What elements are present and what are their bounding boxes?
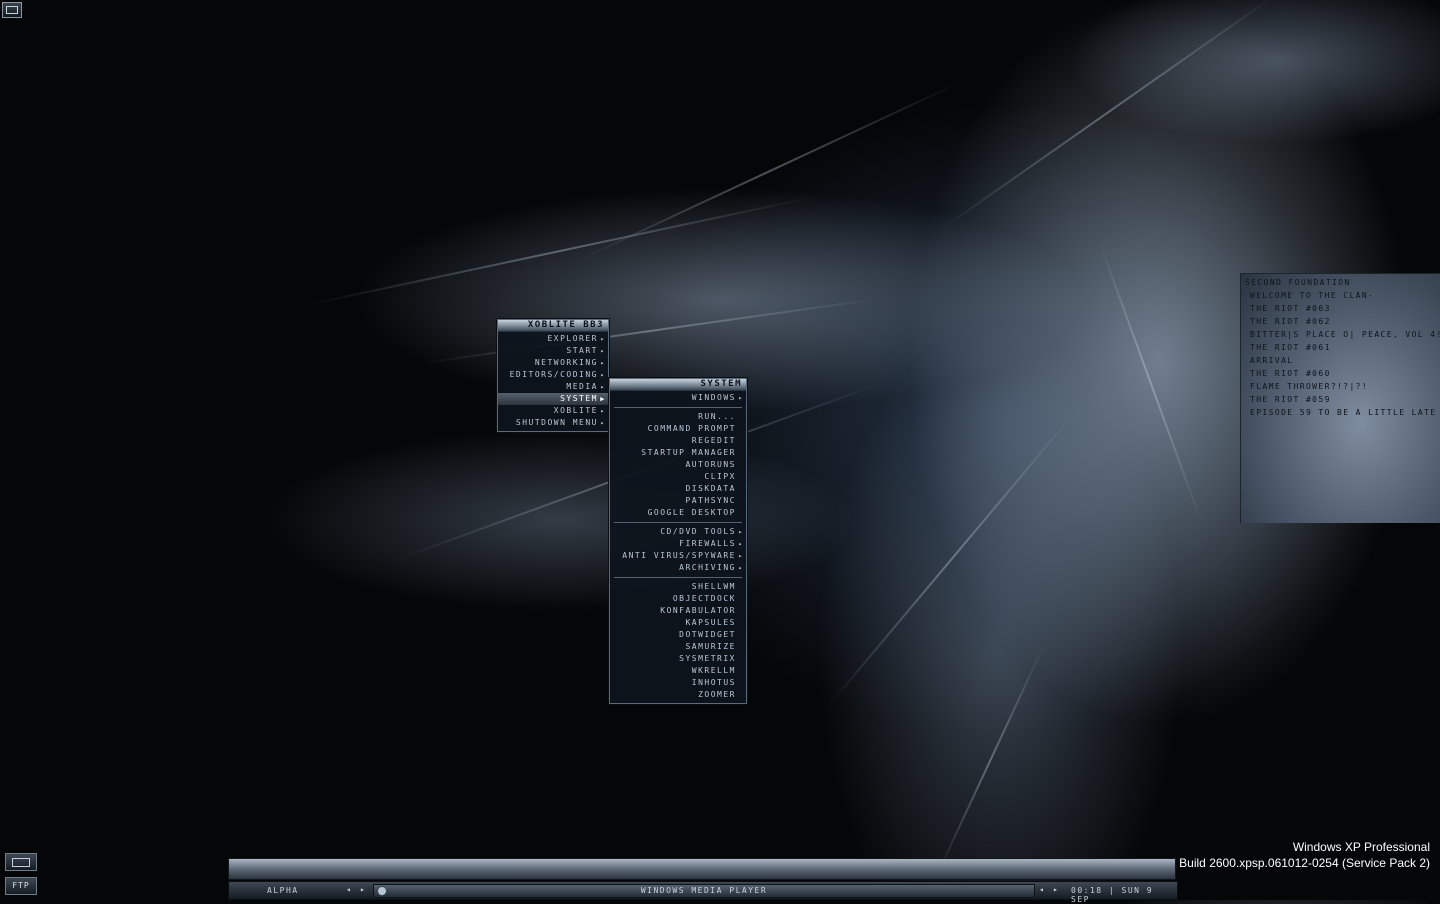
menu-item-shellwm[interactable]: SHELLWM [610, 581, 746, 593]
submenu-arrow-icon: ▸ [600, 383, 606, 391]
rss-item[interactable]: EPISODE 59 TO BE A LITTLE LATE [1241, 406, 1440, 419]
menu-item-diskdata[interactable]: DISKDATA [610, 483, 746, 495]
menu-item-firewalls[interactable]: FIREWALLS ▸ [610, 538, 746, 550]
os-version-watermark: Windows XP Professional Build 2600.xpsp.… [1179, 840, 1430, 870]
task-button-media-player[interactable]: WINDOWS MEDIA PLAYER [373, 884, 1035, 898]
task-next-button[interactable]: ▸ [1053, 885, 1059, 894]
rss-item[interactable]: WELCOME TO THE CLAN- [1241, 289, 1440, 302]
rss-item[interactable]: FLAME THROWER?!?|?! [1241, 380, 1440, 393]
submenu-arrow-icon: ▶ [600, 395, 606, 403]
menu-item-regedit[interactable]: REGEDIT [610, 435, 746, 447]
menu-item-wkrellm[interactable]: WKRELLM [610, 665, 746, 677]
task-prev-button[interactable]: ◂ [1039, 885, 1045, 894]
os-build: Build 2600.xpsp.061012-0254 (Service Pac… [1179, 856, 1430, 870]
rss-item[interactable]: BITTER|S PLACE O| PEACE, VOL 4! [1241, 328, 1440, 341]
os-name: Windows XP Professional [1292, 840, 1430, 854]
clock[interactable]: 00:18 | SUN 9 SEP [1071, 886, 1177, 904]
menu-item-archiving[interactable]: ARCHIVING ▸ [610, 562, 746, 574]
rss-feed-header[interactable]: SECOND FOUNDATION [1241, 276, 1440, 289]
submenu-arrow-icon: ▸ [600, 371, 606, 379]
menu-item-networking[interactable]: NETWORKING ▸ [498, 357, 608, 369]
menu-separator [614, 577, 742, 578]
submenu-arrow-icon: ▸ [600, 359, 606, 367]
menu-item-dotwidget[interactable]: DOTWIDGET [610, 629, 746, 641]
rss-item[interactable]: THE RIOT #059 [1241, 393, 1440, 406]
workspace-label[interactable]: ALPHA [267, 886, 299, 895]
rss-item[interactable]: THE RIOT #060 [1241, 367, 1440, 380]
menu-item-clipx[interactable]: CLIPX [610, 471, 746, 483]
rss-item[interactable]: THE RIOT #063 [1241, 302, 1440, 315]
menu-item-windows[interactable]: WINDOWS ▸ [610, 392, 746, 404]
menu-item-anti-virus-spyware[interactable]: ANTI VIRUS/SPYWARE ▸ [610, 550, 746, 562]
taskbar: ALPHA ◂ ▸ WINDOWS MEDIA PLAYER ◂ ▸ 00:18… [228, 881, 1178, 904]
keyboard-button[interactable] [5, 853, 37, 871]
ftp-button[interactable]: FTP [5, 877, 37, 895]
menu-item-run[interactable]: RUN... [610, 411, 746, 423]
workspace-next-button[interactable]: ▸ [360, 885, 366, 894]
taskbar-upper-bar [228, 858, 1176, 880]
submenu-arrow-icon: ▸ [738, 540, 744, 548]
submenu-arrow-icon: ▸ [600, 407, 606, 415]
menu-item-pathsync[interactable]: PATHSYNC [610, 495, 746, 507]
menu-item-command-prompt[interactable]: COMMAND PROMPT [610, 423, 746, 435]
menu-item-cd-dvd-tools[interactable]: CD/DVD TOOLS ▸ [610, 526, 746, 538]
rss-feed-panel: SECOND FOUNDATION WELCOME TO THE CLAN- T… [1240, 273, 1440, 523]
menu-item-shutdown[interactable]: SHUTDOWN MENU ▸ [498, 417, 608, 429]
submenu-arrow-icon: ▸ [600, 347, 606, 355]
submenu-arrow-icon: ▸ [738, 564, 744, 572]
system-submenu-title[interactable]: SYSTEM [610, 379, 746, 391]
menu-item-objectdock[interactable]: OBJECTDOCK [610, 593, 746, 605]
menu-item-system[interactable]: SYSTEM ▶ [498, 393, 608, 405]
menu-separator [614, 407, 742, 408]
menu-item-media[interactable]: MEDIA ▸ [498, 381, 608, 393]
system-submenu: SYSTEM WINDOWS ▸ RUN... COMMAND PROMPT RE… [609, 378, 747, 704]
menu-item-start[interactable]: START ▸ [498, 345, 608, 357]
keyboard-icon [12, 858, 30, 867]
menu-item-explorer[interactable]: EXPLORER ▸ [498, 333, 608, 345]
menu-item-google-desktop[interactable]: GOOGLE DESKTOP [610, 507, 746, 519]
menu-item-startup-manager[interactable]: STARTUP MANAGER [610, 447, 746, 459]
menu-item-konfabulator[interactable]: KONFABULATOR [610, 605, 746, 617]
main-menu-title[interactable]: XOBLITE BB3 [498, 320, 608, 332]
ftp-label: FTP [12, 881, 30, 890]
menu-item-editors-coding[interactable]: EDITORS/CODING ▸ [498, 369, 608, 381]
submenu-arrow-icon: ▸ [738, 528, 744, 536]
submenu-arrow-icon: ▸ [738, 552, 744, 560]
menu-item-samurize[interactable]: SAMURIZE [610, 641, 746, 653]
xoblite-main-menu: XOBLITE BB3 EXPLORER ▸ START ▸ NETWORKING ▸… [497, 319, 609, 432]
rss-item[interactable]: THE RIOT #062 [1241, 315, 1440, 328]
menu-separator [614, 522, 742, 523]
menu-item-zoomer[interactable]: ZOOMER [610, 689, 746, 701]
menu-item-kapsules[interactable]: KAPSULES [610, 617, 746, 629]
menu-item-autoruns[interactable]: AUTORUNS [610, 459, 746, 471]
desktop-corner-window-icon[interactable] [2, 2, 22, 18]
submenu-arrow-icon: ▸ [600, 419, 606, 427]
menu-item-sysmetrix[interactable]: SYSMETRIX [610, 653, 746, 665]
menu-item-inhotus[interactable]: INHOTUS [610, 677, 746, 689]
submenu-arrow-icon: ▸ [738, 394, 744, 402]
task-button-label: WINDOWS MEDIA PLAYER [640, 886, 768, 895]
menu-item-xoblite[interactable]: XOBLITE ▸ [498, 405, 608, 417]
submenu-arrow-icon: ▸ [600, 335, 606, 343]
rss-item[interactable]: THE RIOT #061 [1241, 341, 1440, 354]
rss-item[interactable]: ARRIVAL [1241, 354, 1440, 367]
workspace-prev-button[interactable]: ◂ [346, 885, 352, 894]
